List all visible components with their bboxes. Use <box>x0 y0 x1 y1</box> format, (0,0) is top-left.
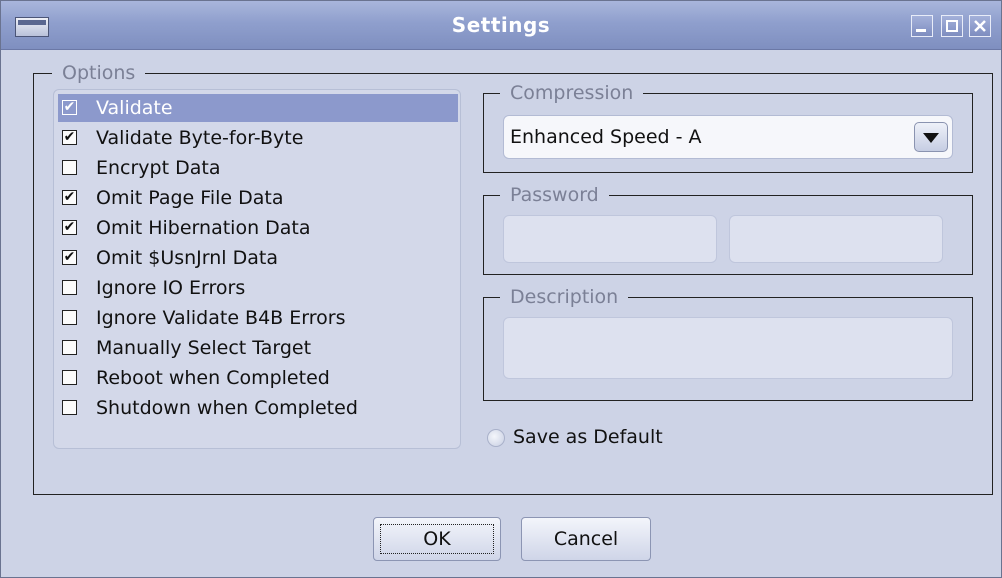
list-item[interactable]: Manually Select Target <box>58 334 458 362</box>
checkbox[interactable] <box>62 340 77 355</box>
list-item[interactable]: Ignore IO Errors <box>58 274 458 302</box>
options-legend: Options <box>52 60 146 86</box>
list-item[interactable]: ✔ Omit Hibernation Data <box>58 214 458 242</box>
compression-select[interactable]: Enhanced Speed - A <box>503 115 953 159</box>
options-legend-text: Options <box>62 62 136 84</box>
checkbox[interactable]: ✔ <box>62 220 77 235</box>
checkbox[interactable]: ✔ <box>62 130 77 145</box>
compression-legend: Compression <box>500 80 644 106</box>
checkbox[interactable] <box>62 400 77 415</box>
ok-button[interactable]: OK <box>373 517 501 561</box>
description-field[interactable] <box>503 317 953 379</box>
list-item-label: Omit Hibernation Data <box>96 217 311 239</box>
list-item-label: Validate <box>96 97 173 119</box>
checkbox[interactable]: ✔ <box>62 190 77 205</box>
checkbox[interactable] <box>62 310 77 325</box>
list-item[interactable]: ✔ Omit Page File Data <box>58 184 458 212</box>
password-field[interactable] <box>503 215 717 263</box>
window-title: Settings <box>451 13 551 37</box>
maximize-icon[interactable] <box>941 15 963 37</box>
checkbox[interactable] <box>62 370 77 385</box>
list-item-label: Ignore IO Errors <box>96 277 246 299</box>
list-item[interactable]: Encrypt Data <box>58 154 458 182</box>
minimize-icon[interactable] <box>911 15 933 37</box>
close-icon[interactable] <box>969 15 991 37</box>
list-item[interactable]: ✔ Omit $UsnJrnl Data <box>58 244 458 272</box>
password-legend: Password <box>500 182 609 208</box>
checkbox[interactable] <box>62 160 77 175</box>
save-default-radio[interactable] <box>487 429 505 447</box>
chevron-down-icon[interactable] <box>914 122 948 152</box>
list-item[interactable]: Ignore Validate B4B Errors <box>58 304 458 332</box>
settings-dialog: Settings Options ✔ Validate ✔ Validate Byte… <box>0 0 1002 578</box>
list-item-label: Encrypt Data <box>96 157 221 179</box>
list-item[interactable]: ✔ Validate <box>58 94 458 122</box>
cancel-button-label: Cancel <box>553 528 619 550</box>
list-item-label: Omit $UsnJrnl Data <box>96 247 278 269</box>
checkbox[interactable]: ✔ <box>62 250 77 265</box>
options-list[interactable]: ✔ Validate ✔ Validate Byte-for-Byte Encrypt … <box>53 89 461 449</box>
list-item-label: Reboot when Completed <box>96 367 330 389</box>
list-item[interactable]: Reboot when Completed <box>58 364 458 392</box>
description-legend: Description <box>500 284 629 310</box>
list-item-label: Omit Page File Data <box>96 187 284 209</box>
checkbox[interactable] <box>62 280 77 295</box>
checkbox[interactable]: ✔ <box>62 100 77 115</box>
password-confirm-field[interactable] <box>729 215 943 263</box>
list-item-label: Shutdown when Completed <box>96 397 358 419</box>
list-item-label: Validate Byte-for-Byte <box>96 127 304 149</box>
list-item[interactable]: ✔ Validate Byte-for-Byte <box>58 124 458 152</box>
focus-rect <box>380 524 494 554</box>
list-item-label: Ignore Validate B4B Errors <box>96 307 346 329</box>
list-item[interactable]: Shutdown when Completed <box>58 394 458 422</box>
list-item-label: Manually Select Target <box>96 337 312 359</box>
cancel-button[interactable]: Cancel <box>521 517 651 561</box>
title-bar[interactable]: Settings <box>1 1 1001 50</box>
save-default-label[interactable]: Save as Default <box>513 423 663 451</box>
compression-selected-value: Enhanced Speed - A <box>510 126 702 148</box>
